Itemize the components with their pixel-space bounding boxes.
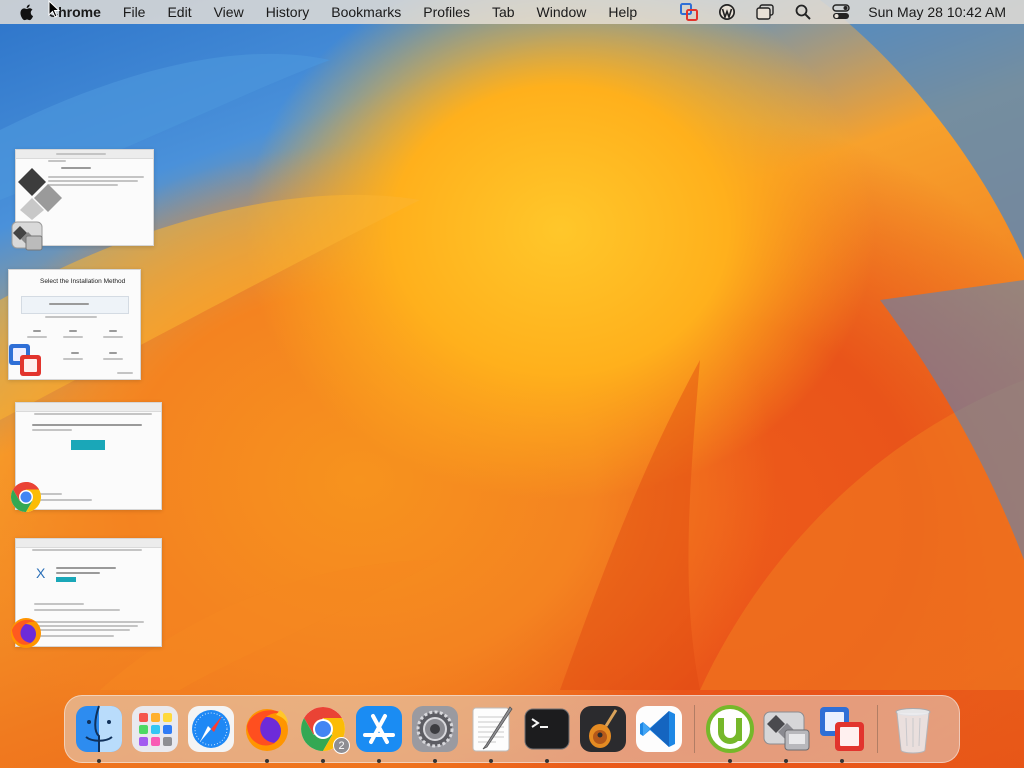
dock-system-preferences[interactable] <box>410 704 460 763</box>
firefox-icon <box>246 709 288 751</box>
thumbnail-x-logo: X <box>36 565 46 581</box>
dock: 2 <box>64 695 960 763</box>
menu-help[interactable]: Help <box>597 4 648 20</box>
dock-vmware-fusion[interactable] <box>817 704 867 763</box>
gear-icon <box>412 706 458 752</box>
running-indicator <box>545 759 549 763</box>
dock-textedit[interactable] <box>466 704 516 763</box>
finder-icon <box>76 705 122 752</box>
mouse-pointer-icon <box>48 0 60 18</box>
dock-finder[interactable] <box>74 704 124 763</box>
running-indicator <box>321 759 325 763</box>
thumbnail-button <box>56 577 76 582</box>
dock-separator <box>694 705 695 753</box>
dock-firefox[interactable] <box>242 704 292 763</box>
dock-separator <box>877 705 878 753</box>
menu-bookmarks[interactable]: Bookmarks <box>320 4 412 20</box>
utorrent-icon <box>706 705 754 753</box>
window-titlebar <box>16 539 161 548</box>
bootcamp-logo-icon <box>18 168 62 220</box>
bootcamp-icon <box>11 221 43 251</box>
dock-trash[interactable] <box>888 704 938 754</box>
thumbnail-button <box>71 440 105 450</box>
app-store-icon <box>356 706 402 752</box>
running-indicator <box>97 759 101 763</box>
dock-launchpad[interactable] <box>130 704 180 754</box>
window-heading: Select the Installation Method <box>40 278 126 285</box>
menu-bar: Chrome File Edit View History Bookmarks … <box>0 0 1024 24</box>
running-indicator <box>840 759 844 763</box>
safari-icon <box>188 706 234 752</box>
running-indicator <box>784 759 788 763</box>
menu-file[interactable]: File <box>112 4 157 20</box>
textedit-icon <box>472 706 513 752</box>
dock-vscode[interactable] <box>634 704 684 754</box>
dock-terminal[interactable] <box>522 704 572 763</box>
vscode-icon <box>636 706 682 752</box>
garageband-guitar-icon <box>580 706 626 752</box>
menu-window[interactable]: Window <box>526 4 598 20</box>
menu-tab[interactable]: Tab <box>481 4 526 20</box>
spotlight-search-icon[interactable] <box>794 3 812 21</box>
chrome-window-count-badge: 2 <box>333 737 350 754</box>
dock-garageband[interactable] <box>578 704 628 754</box>
dock-utorrent[interactable] <box>705 704 755 763</box>
menu-history[interactable]: History <box>255 4 321 20</box>
vmware-fusion-icon <box>9 344 41 376</box>
vmware-fusion-icon <box>820 707 864 751</box>
running-indicator <box>265 759 269 763</box>
bootcamp-icon <box>763 711 810 751</box>
launchpad-icon <box>132 706 178 752</box>
terminal-icon <box>524 708 570 750</box>
running-indicator <box>489 759 493 763</box>
running-indicator <box>728 759 732 763</box>
dock-bootcamp[interactable] <box>761 704 811 763</box>
firefox-icon <box>11 618 41 648</box>
desktop-wallpaper <box>0 0 1024 768</box>
vmware-fusion-status-icon[interactable] <box>680 3 699 21</box>
wordpress-status-icon[interactable] <box>718 3 736 21</box>
running-indicator <box>377 759 381 763</box>
control-center-icon[interactable] <box>832 3 850 21</box>
menu-view[interactable]: View <box>203 4 255 20</box>
menu-profiles[interactable]: Profiles <box>412 4 481 20</box>
menu-edit[interactable]: Edit <box>156 4 202 20</box>
trash-icon <box>895 708 931 754</box>
window-titlebar <box>16 403 161 412</box>
dock-safari[interactable] <box>186 704 236 754</box>
dock-chrome[interactable]: 2 <box>298 704 350 763</box>
dock-app-store[interactable] <box>354 704 404 763</box>
chrome-icon <box>10 482 42 512</box>
apple-menu-icon[interactable] <box>18 3 36 21</box>
window-stack-status-icon[interactable] <box>756 3 774 21</box>
menu-bar-clock[interactable]: Sun May 28 10:42 AM <box>868 4 1006 20</box>
running-indicator <box>433 759 437 763</box>
